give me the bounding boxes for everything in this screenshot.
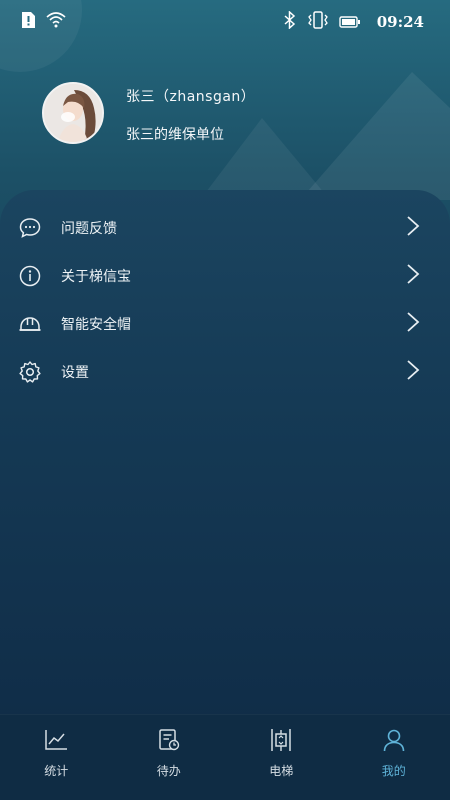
status-bar: 09:24 xyxy=(0,0,450,44)
menu-item-about[interactable]: 关于梯信宝 xyxy=(0,252,450,300)
menu-item-label: 智能安全帽 xyxy=(61,317,131,333)
menu-item-label: 设置 xyxy=(61,365,89,381)
tab-label: 待办 xyxy=(156,764,181,778)
sim-alert-icon xyxy=(20,11,36,33)
todo-icon xyxy=(156,727,182,757)
info-icon xyxy=(18,264,42,288)
menu-item-smart-helmet[interactable]: 智能安全帽 xyxy=(0,300,450,348)
tab-todo[interactable]: 待办 xyxy=(113,715,226,800)
chevron-right-icon xyxy=(406,359,420,385)
user-name: 张三（zhansgan） xyxy=(126,89,256,105)
avatar[interactable] xyxy=(42,82,104,144)
tab-elevator[interactable]: 电梯 xyxy=(225,715,338,800)
clock: 09:24 xyxy=(376,13,424,31)
profile-header[interactable]: 张三（zhansgan） 张三的维保单位 xyxy=(42,82,255,144)
gear-icon xyxy=(18,360,42,384)
tab-mine[interactable]: 我的 xyxy=(338,715,450,800)
tab-label: 我的 xyxy=(381,764,406,778)
bottom-tab-bar: 统计 待办 电梯 我的 xyxy=(0,714,450,800)
tab-statistics[interactable]: 统计 xyxy=(0,715,113,800)
menu-item-label: 问题反馈 xyxy=(61,221,117,237)
chat-bubble-icon xyxy=(18,216,42,240)
bluetooth-icon xyxy=(283,10,297,33)
chart-icon xyxy=(43,727,69,757)
chevron-right-icon xyxy=(406,263,420,289)
maintenance-unit: 张三的维保单位 xyxy=(126,127,224,143)
menu-item-label: 关于梯信宝 xyxy=(61,269,131,285)
wifi-icon xyxy=(46,11,66,33)
user-icon xyxy=(381,727,407,757)
vibrate-icon xyxy=(307,11,329,33)
menu-item-feedback[interactable]: 问题反馈 xyxy=(0,204,450,252)
menu-item-settings[interactable]: 设置 xyxy=(0,348,450,396)
battery-icon xyxy=(339,13,361,32)
elevator-icon xyxy=(268,727,294,757)
settings-menu: 问题反馈 关于梯信宝 智能安全帽 设置 xyxy=(0,204,450,396)
helmet-icon xyxy=(18,312,42,336)
tab-label: 统计 xyxy=(44,764,69,778)
tab-label: 电梯 xyxy=(269,764,294,778)
chevron-right-icon xyxy=(406,311,420,337)
chevron-right-icon xyxy=(406,215,420,241)
